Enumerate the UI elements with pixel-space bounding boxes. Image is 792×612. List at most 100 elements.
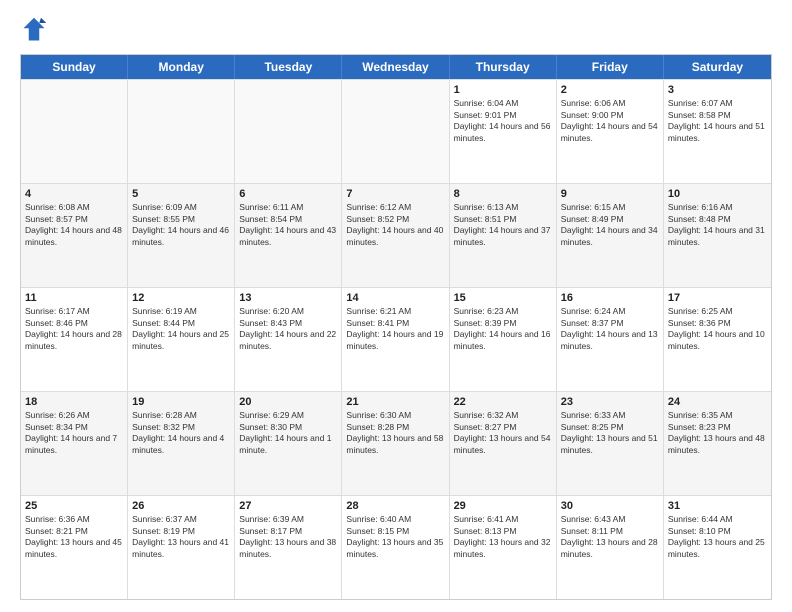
day-number: 11 — [25, 291, 123, 305]
cal-cell-26: 26Sunrise: 6:37 AM Sunset: 8:19 PM Dayli… — [128, 496, 235, 599]
cell-info: Sunrise: 6:11 AM Sunset: 8:54 PM Dayligh… — [239, 202, 337, 248]
cal-cell-11: 11Sunrise: 6:17 AM Sunset: 8:46 PM Dayli… — [21, 288, 128, 391]
day-number: 26 — [132, 499, 230, 513]
cal-cell-27: 27Sunrise: 6:39 AM Sunset: 8:17 PM Dayli… — [235, 496, 342, 599]
cal-cell-24: 24Sunrise: 6:35 AM Sunset: 8:23 PM Dayli… — [664, 392, 771, 495]
cell-info: Sunrise: 6:26 AM Sunset: 8:34 PM Dayligh… — [25, 410, 123, 456]
cal-week-3: 11Sunrise: 6:17 AM Sunset: 8:46 PM Dayli… — [21, 287, 771, 391]
cal-header-tuesday: Tuesday — [235, 55, 342, 79]
cal-cell-18: 18Sunrise: 6:26 AM Sunset: 8:34 PM Dayli… — [21, 392, 128, 495]
day-number: 21 — [346, 395, 444, 409]
cal-cell-29: 29Sunrise: 6:41 AM Sunset: 8:13 PM Dayli… — [450, 496, 557, 599]
day-number: 8 — [454, 187, 552, 201]
cell-info: Sunrise: 6:36 AM Sunset: 8:21 PM Dayligh… — [25, 514, 123, 560]
day-number: 22 — [454, 395, 552, 409]
cell-info: Sunrise: 6:06 AM Sunset: 9:00 PM Dayligh… — [561, 98, 659, 144]
cal-cell-22: 22Sunrise: 6:32 AM Sunset: 8:27 PM Dayli… — [450, 392, 557, 495]
cal-cell-6: 6Sunrise: 6:11 AM Sunset: 8:54 PM Daylig… — [235, 184, 342, 287]
logo-icon — [20, 16, 48, 44]
cal-cell-13: 13Sunrise: 6:20 AM Sunset: 8:43 PM Dayli… — [235, 288, 342, 391]
cal-cell-7: 7Sunrise: 6:12 AM Sunset: 8:52 PM Daylig… — [342, 184, 449, 287]
day-number: 29 — [454, 499, 552, 513]
cal-cell-8: 8Sunrise: 6:13 AM Sunset: 8:51 PM Daylig… — [450, 184, 557, 287]
cal-cell-20: 20Sunrise: 6:29 AM Sunset: 8:30 PM Dayli… — [235, 392, 342, 495]
cal-cell-23: 23Sunrise: 6:33 AM Sunset: 8:25 PM Dayli… — [557, 392, 664, 495]
cell-info: Sunrise: 6:04 AM Sunset: 9:01 PM Dayligh… — [454, 98, 552, 144]
cal-cell-2: 2Sunrise: 6:06 AM Sunset: 9:00 PM Daylig… — [557, 80, 664, 183]
day-number: 6 — [239, 187, 337, 201]
day-number: 7 — [346, 187, 444, 201]
cal-week-1: 1Sunrise: 6:04 AM Sunset: 9:01 PM Daylig… — [21, 79, 771, 183]
day-number: 16 — [561, 291, 659, 305]
day-number: 28 — [346, 499, 444, 513]
cal-cell-31: 31Sunrise: 6:44 AM Sunset: 8:10 PM Dayli… — [664, 496, 771, 599]
cell-info: Sunrise: 6:37 AM Sunset: 8:19 PM Dayligh… — [132, 514, 230, 560]
cal-week-5: 25Sunrise: 6:36 AM Sunset: 8:21 PM Dayli… — [21, 495, 771, 599]
cell-info: Sunrise: 6:19 AM Sunset: 8:44 PM Dayligh… — [132, 306, 230, 352]
cell-info: Sunrise: 6:44 AM Sunset: 8:10 PM Dayligh… — [668, 514, 767, 560]
cal-cell-17: 17Sunrise: 6:25 AM Sunset: 8:36 PM Dayli… — [664, 288, 771, 391]
logo — [20, 16, 52, 44]
day-number: 27 — [239, 499, 337, 513]
cal-cell-empty-0-3 — [342, 80, 449, 183]
cal-cell-3: 3Sunrise: 6:07 AM Sunset: 8:58 PM Daylig… — [664, 80, 771, 183]
cell-info: Sunrise: 6:08 AM Sunset: 8:57 PM Dayligh… — [25, 202, 123, 248]
day-number: 23 — [561, 395, 659, 409]
cal-cell-14: 14Sunrise: 6:21 AM Sunset: 8:41 PM Dayli… — [342, 288, 449, 391]
cell-info: Sunrise: 6:30 AM Sunset: 8:28 PM Dayligh… — [346, 410, 444, 456]
day-number: 13 — [239, 291, 337, 305]
cell-info: Sunrise: 6:43 AM Sunset: 8:11 PM Dayligh… — [561, 514, 659, 560]
day-number: 30 — [561, 499, 659, 513]
cell-info: Sunrise: 6:24 AM Sunset: 8:37 PM Dayligh… — [561, 306, 659, 352]
cell-info: Sunrise: 6:07 AM Sunset: 8:58 PM Dayligh… — [668, 98, 767, 144]
day-number: 4 — [25, 187, 123, 201]
cell-info: Sunrise: 6:28 AM Sunset: 8:32 PM Dayligh… — [132, 410, 230, 456]
cal-cell-9: 9Sunrise: 6:15 AM Sunset: 8:49 PM Daylig… — [557, 184, 664, 287]
calendar-body: 1Sunrise: 6:04 AM Sunset: 9:01 PM Daylig… — [21, 79, 771, 599]
cal-cell-10: 10Sunrise: 6:16 AM Sunset: 8:48 PM Dayli… — [664, 184, 771, 287]
day-number: 5 — [132, 187, 230, 201]
day-number: 9 — [561, 187, 659, 201]
header — [20, 16, 772, 44]
day-number: 31 — [668, 499, 767, 513]
cal-cell-25: 25Sunrise: 6:36 AM Sunset: 8:21 PM Dayli… — [21, 496, 128, 599]
day-number: 17 — [668, 291, 767, 305]
cal-cell-30: 30Sunrise: 6:43 AM Sunset: 8:11 PM Dayli… — [557, 496, 664, 599]
cal-cell-15: 15Sunrise: 6:23 AM Sunset: 8:39 PM Dayli… — [450, 288, 557, 391]
cell-info: Sunrise: 6:13 AM Sunset: 8:51 PM Dayligh… — [454, 202, 552, 248]
cal-cell-5: 5Sunrise: 6:09 AM Sunset: 8:55 PM Daylig… — [128, 184, 235, 287]
cal-week-2: 4Sunrise: 6:08 AM Sunset: 8:57 PM Daylig… — [21, 183, 771, 287]
cal-cell-12: 12Sunrise: 6:19 AM Sunset: 8:44 PM Dayli… — [128, 288, 235, 391]
cell-info: Sunrise: 6:41 AM Sunset: 8:13 PM Dayligh… — [454, 514, 552, 560]
cell-info: Sunrise: 6:16 AM Sunset: 8:48 PM Dayligh… — [668, 202, 767, 248]
day-number: 10 — [668, 187, 767, 201]
day-number: 24 — [668, 395, 767, 409]
cal-cell-1: 1Sunrise: 6:04 AM Sunset: 9:01 PM Daylig… — [450, 80, 557, 183]
day-number: 25 — [25, 499, 123, 513]
cell-info: Sunrise: 6:33 AM Sunset: 8:25 PM Dayligh… — [561, 410, 659, 456]
day-number: 19 — [132, 395, 230, 409]
day-number: 18 — [25, 395, 123, 409]
calendar: SundayMondayTuesdayWednesdayThursdayFrid… — [20, 54, 772, 600]
cal-header-sunday: Sunday — [21, 55, 128, 79]
cal-cell-empty-0-2 — [235, 80, 342, 183]
cal-header-thursday: Thursday — [450, 55, 557, 79]
day-number: 20 — [239, 395, 337, 409]
day-number: 3 — [668, 83, 767, 97]
cal-cell-empty-0-1 — [128, 80, 235, 183]
cal-cell-21: 21Sunrise: 6:30 AM Sunset: 8:28 PM Dayli… — [342, 392, 449, 495]
cal-cell-16: 16Sunrise: 6:24 AM Sunset: 8:37 PM Dayli… — [557, 288, 664, 391]
cal-cell-empty-0-0 — [21, 80, 128, 183]
cal-week-4: 18Sunrise: 6:26 AM Sunset: 8:34 PM Dayli… — [21, 391, 771, 495]
cell-info: Sunrise: 6:20 AM Sunset: 8:43 PM Dayligh… — [239, 306, 337, 352]
cell-info: Sunrise: 6:12 AM Sunset: 8:52 PM Dayligh… — [346, 202, 444, 248]
cal-header-saturday: Saturday — [664, 55, 771, 79]
day-number: 14 — [346, 291, 444, 305]
day-number: 1 — [454, 83, 552, 97]
cal-header-wednesday: Wednesday — [342, 55, 449, 79]
cal-cell-28: 28Sunrise: 6:40 AM Sunset: 8:15 PM Dayli… — [342, 496, 449, 599]
cell-info: Sunrise: 6:09 AM Sunset: 8:55 PM Dayligh… — [132, 202, 230, 248]
cell-info: Sunrise: 6:39 AM Sunset: 8:17 PM Dayligh… — [239, 514, 337, 560]
cal-header-monday: Monday — [128, 55, 235, 79]
cell-info: Sunrise: 6:40 AM Sunset: 8:15 PM Dayligh… — [346, 514, 444, 560]
